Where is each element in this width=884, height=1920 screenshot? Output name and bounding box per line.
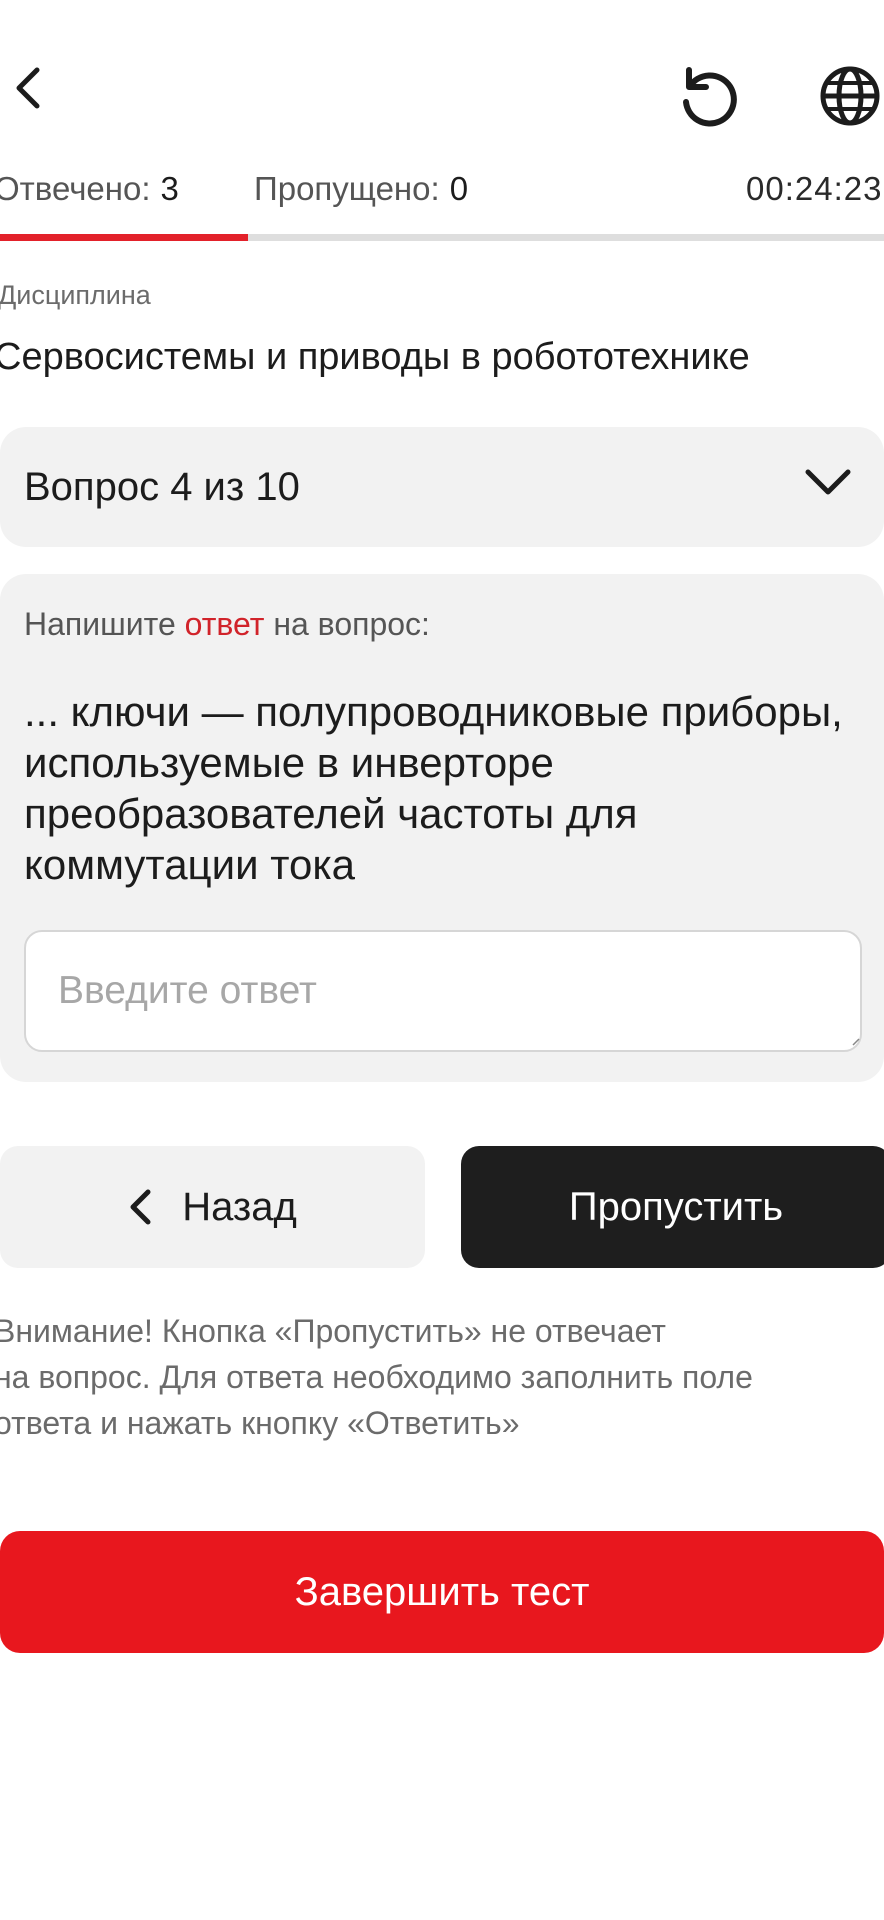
answer-input[interactable] xyxy=(24,930,862,1052)
back-button-label: Назад xyxy=(182,1184,297,1229)
skip-button-label: Пропустить xyxy=(568,1184,784,1229)
question-counter: Вопрос 4 из 10 xyxy=(24,465,300,509)
discipline-title: Сервосистемы и приводы в робототехнике xyxy=(0,336,750,378)
question-prompt: Напишите ответ на вопрос: xyxy=(24,606,430,643)
top-bar xyxy=(0,0,884,180)
chevron-left-icon xyxy=(16,67,40,109)
question-card: Напишите ответ на вопрос: ... ключи — по… xyxy=(0,574,884,1082)
question-selector[interactable]: Вопрос 4 из 10 xyxy=(0,427,884,547)
test-screen: Отвечено: 3 Пропущено: 0 00:24:23 Дисципли… xyxy=(0,0,884,1920)
warning-line: Внимание! Кнопка «Пропустить» не отвечае… xyxy=(0,1313,666,1349)
answered-count: 3 xyxy=(160,170,179,207)
reset-icon xyxy=(683,67,737,127)
back-nav-button[interactable] xyxy=(0,50,56,126)
finish-test-button[interactable]: Завершить тест xyxy=(0,1531,884,1653)
skipped-label: Пропущено: xyxy=(254,170,440,207)
globe-icon xyxy=(820,66,880,126)
resize-grip-icon[interactable] xyxy=(852,1038,860,1046)
stats-row: Отвечено: 3 Пропущено: 0 00:24:23 xyxy=(0,170,884,218)
timer: 00:24:23 xyxy=(746,170,883,207)
answered-label: Отвечено: xyxy=(0,170,151,207)
chevron-left-icon xyxy=(128,1188,152,1226)
prompt-text-end: на вопрос: xyxy=(264,606,430,642)
reset-button[interactable] xyxy=(670,58,746,134)
discipline-label: Дисциплина xyxy=(0,280,151,310)
progress-bar-fill xyxy=(0,234,248,241)
chevron-down-icon xyxy=(805,469,851,495)
answered-stat: Отвечено: 3 xyxy=(0,170,179,208)
finish-button-label: Завершить тест xyxy=(294,1569,590,1614)
skipped-count: 0 xyxy=(449,170,469,207)
prompt-accent: ответ xyxy=(184,606,265,642)
prompt-text-start: Напишите xyxy=(24,606,185,642)
warning-line: ответа и нажать кнопку «Ответить» xyxy=(0,1405,520,1441)
warning-line: на вопрос. Для ответа необходимо заполни… xyxy=(0,1359,753,1395)
back-button[interactable]: Назад xyxy=(0,1146,425,1268)
progress-bar xyxy=(0,234,884,241)
skipped-stat: Пропущено: 0 xyxy=(254,170,468,208)
warning-text: Внимание! Кнопка «Пропустить» не отвечае… xyxy=(0,1308,878,1446)
language-button[interactable] xyxy=(816,58,884,134)
skip-button[interactable]: Пропустить xyxy=(461,1146,884,1268)
question-text: ... ключи — полупроводниковые приборы, и… xyxy=(24,688,843,888)
